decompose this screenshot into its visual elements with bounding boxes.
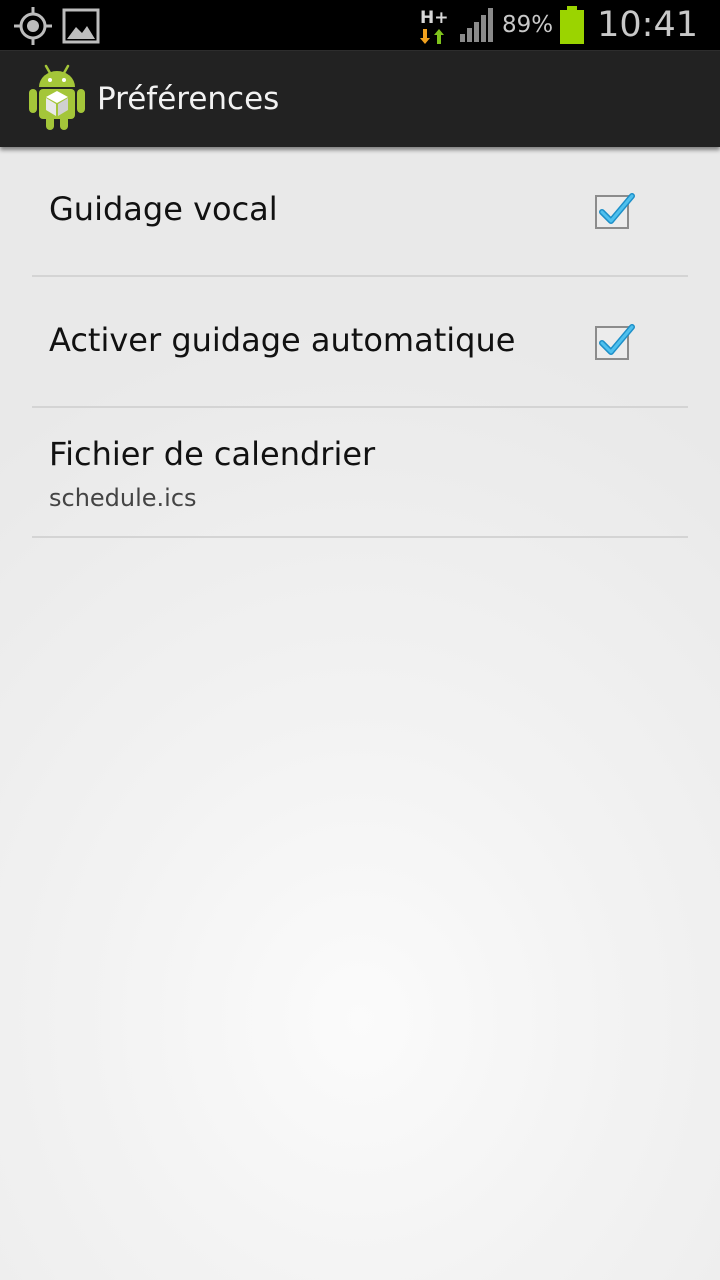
- android-app-icon: [29, 64, 85, 130]
- preference-activer-guidage-automatique[interactable]: Activer guidage automatique: [32, 277, 688, 408]
- preference-guidage-vocal[interactable]: Guidage vocal: [32, 146, 688, 277]
- image-notification-icon: [62, 8, 100, 44]
- battery-icon: [560, 6, 585, 44]
- preference-fichier-de-calendrier[interactable]: Fichier de calendrier schedule.ics: [32, 408, 688, 538]
- battery-percentage: 89%: [502, 12, 554, 38]
- status-bar-notifications: [12, 5, 100, 47]
- gps-icon: [14, 7, 52, 45]
- network-type-label: H+: [420, 8, 449, 28]
- preference-title: Fichier de calendrier: [49, 435, 376, 473]
- network-type-indicator: H+: [418, 5, 448, 45]
- preference-title: Guidage vocal: [49, 190, 278, 228]
- clock: 10:41: [597, 5, 698, 45]
- guidage-automatique-checkbox[interactable]: [594, 321, 638, 365]
- preferences-list: Guidage vocal Activer guidage automatiqu…: [32, 146, 688, 538]
- page-title: Préférences: [97, 81, 280, 117]
- signal-icon: [460, 8, 493, 42]
- status-bar-system: H+ 89% 10:41: [418, 0, 698, 50]
- guidage-vocal-checkbox[interactable]: [594, 190, 638, 234]
- status-bar: H+ 89% 10:41: [0, 0, 720, 50]
- action-bar: Préférences: [0, 50, 720, 147]
- preference-title: Activer guidage automatique: [49, 321, 516, 359]
- preference-summary: schedule.ics: [49, 484, 197, 512]
- data-activity-icon: [420, 29, 444, 44]
